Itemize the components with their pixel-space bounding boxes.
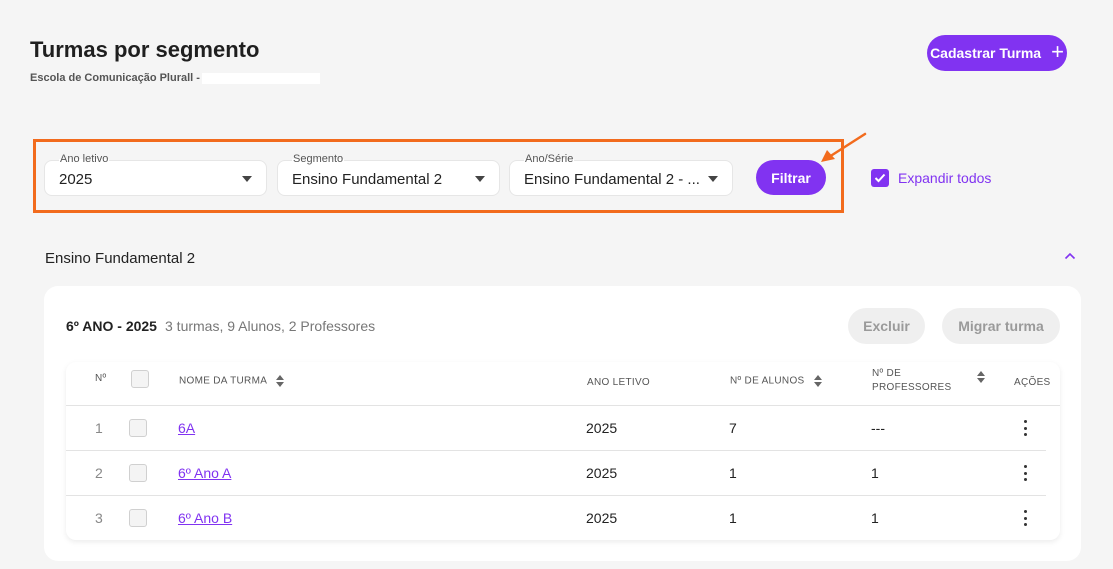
caret-down-icon: [708, 176, 718, 182]
more-vertical-icon[interactable]: [1024, 510, 1028, 526]
header-class-name[interactable]: NOME DA TURMA: [179, 375, 284, 387]
annotation-arrow-icon: [821, 132, 867, 162]
select-all-checkbox[interactable]: [131, 370, 149, 388]
plus-icon: +: [1051, 39, 1064, 64]
ano-letivo-label: Ano letivo: [59, 153, 110, 165]
class-group-card: 6º ANO - 2025 3 turmas, 9 Alunos, 2 Prof…: [44, 286, 1081, 561]
header-class-name-label: NOME DA TURMA: [179, 375, 267, 387]
header-students-label: Nº DE ALUNOS: [730, 375, 805, 387]
header-actions: AÇÕES: [1014, 377, 1051, 388]
row-teachers: ---: [871, 420, 885, 436]
segment-section-title: Ensino Fundamental 2: [45, 250, 196, 267]
filter-button[interactable]: Filtrar: [756, 160, 826, 195]
delete-button[interactable]: Excluir: [848, 308, 925, 344]
header-teachers-line2: PROFESSORES: [872, 382, 952, 393]
segmento-select[interactable]: Segmento Ensino Fundamental 2: [277, 153, 500, 196]
school-subtitle: Escola de Comunicação Plurall -: [30, 72, 320, 84]
group-title: 6º ANO - 2025: [66, 318, 157, 334]
row-number: 1: [95, 420, 103, 436]
expand-all-toggle[interactable]: Expandir todos: [871, 169, 991, 187]
table-row: 2 6º Ano A 2025 1 1: [66, 451, 1060, 495]
more-vertical-icon[interactable]: [1024, 420, 1028, 436]
row-teachers: 1: [871, 465, 879, 481]
table-row: 1 6A 2025 7 ---: [66, 406, 1060, 450]
caret-down-icon: [242, 176, 252, 182]
class-name-link[interactable]: 6A: [178, 420, 195, 436]
header-students[interactable]: Nº DE ALUNOS: [730, 375, 822, 387]
segmento-label: Segmento: [292, 153, 345, 165]
table-row: 3 6º Ano B 2025 1 1: [66, 496, 1060, 540]
row-checkbox[interactable]: [129, 419, 147, 437]
row-number: 3: [95, 510, 103, 526]
class-name-link[interactable]: 6º Ano B: [178, 510, 232, 526]
ano-letivo-value: 2025: [59, 171, 93, 188]
more-vertical-icon[interactable]: [1024, 465, 1028, 481]
ano-serie-label: Ano/Série: [524, 153, 575, 165]
ano-letivo-select[interactable]: Ano letivo 2025: [44, 153, 267, 196]
segmento-value: Ensino Fundamental 2: [292, 171, 443, 188]
migrate-class-button[interactable]: Migrar turma: [942, 308, 1060, 344]
header-teachers-line1: Nº DE: [872, 368, 902, 379]
ano-serie-select[interactable]: Ano/Série Ensino Fundamental 2 - ...: [509, 153, 733, 196]
page-title: Turmas por segmento: [30, 37, 260, 62]
chevron-up-icon[interactable]: [1064, 252, 1076, 260]
row-number: 2: [95, 465, 103, 481]
school-name: Escola de Comunicação Plurall -: [30, 72, 200, 84]
sort-icon[interactable]: [813, 375, 822, 387]
checkbox-checked-icon[interactable]: [871, 169, 889, 187]
group-summary: 3 turmas, 9 Alunos, 2 Professores: [165, 318, 376, 334]
row-checkbox[interactable]: [129, 464, 147, 482]
header-year: ANO LETIVO: [587, 377, 651, 388]
row-students: 1: [729, 465, 737, 481]
create-class-label: Cadastrar Turma: [930, 45, 1042, 61]
header-teachers: Nº DE PROFESSORES: [872, 367, 951, 395]
sort-icon[interactable]: [275, 375, 284, 387]
row-year: 2025: [586, 510, 618, 526]
row-teachers: 1: [871, 510, 879, 526]
ano-serie-value: Ensino Fundamental 2 - ...: [524, 171, 700, 188]
row-students: 1: [729, 510, 737, 526]
row-year: 2025: [586, 420, 618, 436]
row-checkbox[interactable]: [129, 509, 147, 527]
header-num: Nº: [95, 373, 107, 384]
row-students: 7: [729, 420, 737, 436]
expand-all-label: Expandir todos: [898, 170, 992, 186]
caret-down-icon: [475, 176, 485, 182]
class-name-link[interactable]: 6º Ano A: [178, 465, 231, 481]
sort-icon[interactable]: [977, 371, 985, 383]
classes-table: Nº NOME DA TURMA ANO LETIVO Nº DE ALUNOS…: [66, 362, 1060, 540]
row-year: 2025: [586, 465, 618, 481]
redacted-area: [201, 72, 320, 84]
create-class-button[interactable]: Cadastrar Turma +: [927, 35, 1067, 71]
